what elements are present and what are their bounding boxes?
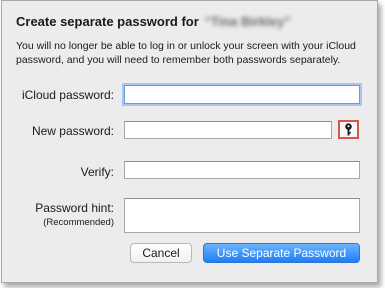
verify-label: Verify: bbox=[80, 165, 114, 179]
password-hint-input[interactable] bbox=[124, 198, 360, 233]
new-password-label: New password: bbox=[31, 124, 114, 138]
account-name: “Tina Birkley” bbox=[204, 14, 291, 29]
dialog-title-text: Create separate password for bbox=[16, 14, 199, 29]
icloud-password-label: iCloud password: bbox=[21, 88, 114, 102]
password-hint-sublabel: (Recommended) bbox=[43, 217, 114, 228]
icloud-password-input[interactable] bbox=[124, 85, 360, 104]
key-icon bbox=[345, 123, 352, 136]
password-hint-label: Password hint: bbox=[35, 201, 114, 215]
dialog-title: Create separate password for “Tina Birkl… bbox=[16, 14, 291, 29]
use-separate-password-button[interactable]: Use Separate Password bbox=[203, 243, 360, 263]
verify-input[interactable] bbox=[124, 161, 360, 179]
dialog-message: You will no longer be able to log in or … bbox=[16, 40, 356, 66]
cancel-button[interactable]: Cancel bbox=[130, 243, 192, 263]
new-password-input[interactable] bbox=[124, 121, 332, 139]
create-password-dialog: Create separate password for “Tina Birkl… bbox=[1, 0, 378, 283]
password-assistant-button[interactable] bbox=[338, 120, 359, 139]
